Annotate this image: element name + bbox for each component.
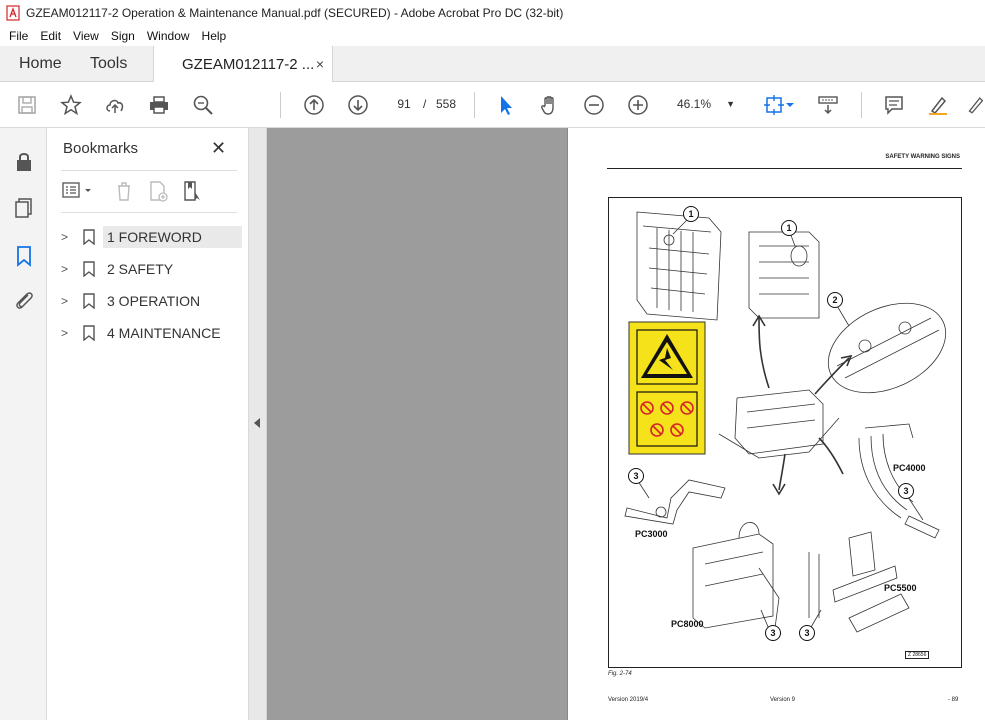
- menu-sign[interactable]: Sign: [111, 29, 135, 43]
- callout-1: 1: [683, 206, 699, 222]
- technical-drawing: [624, 211, 947, 635]
- figure-caption: Fig. 2-74: [608, 671, 632, 677]
- acrobat-app-icon: [6, 5, 20, 21]
- highlight-pen-icon[interactable]: [926, 93, 950, 117]
- model-label-pc8000: PC8000: [671, 619, 704, 629]
- tab-tools[interactable]: Tools: [90, 46, 127, 82]
- footer-version: Version 2019/4: [608, 697, 649, 703]
- select-cursor-icon[interactable]: [494, 93, 518, 117]
- bookmark-icon: [83, 229, 95, 245]
- callout-3: 3: [765, 625, 781, 641]
- new-bookmark-icon[interactable]: [147, 180, 169, 202]
- save-icon[interactable]: [15, 93, 39, 117]
- bookmark-panel-icon[interactable]: [12, 244, 36, 268]
- bookmark-item-safety[interactable]: > 2 SAFETY: [59, 256, 243, 282]
- model-label-pc5500: PC5500: [884, 583, 917, 593]
- pdf-page[interactable]: SAFETY WARNING SIGNS 1 1 2 3 3 3 3 PC400…: [567, 128, 985, 720]
- scroll-mode-icon[interactable]: [816, 93, 840, 117]
- callout-2: 2: [827, 292, 843, 308]
- tab-document[interactable]: GZEAM012117-2 ... ×: [153, 46, 333, 83]
- menu-window[interactable]: Window: [147, 29, 190, 43]
- chevron-right-icon[interactable]: >: [61, 294, 71, 308]
- zoom-value: 46.1%: [677, 97, 712, 111]
- bookmark-item-foreword[interactable]: > 1 FOREWORD: [59, 224, 243, 250]
- zoom-in-icon[interactable]: [626, 93, 650, 117]
- page-total: 558: [436, 97, 457, 111]
- bookmarks-title: Bookmarks: [63, 140, 139, 157]
- callout-3: 3: [898, 483, 914, 499]
- tab-close-icon[interactable]: ×: [316, 56, 324, 72]
- bookmark-icon: [83, 293, 95, 309]
- previous-page-icon[interactable]: [302, 93, 326, 117]
- menu-edit[interactable]: Edit: [40, 29, 61, 43]
- bookmark-label: 4 MAINTENANCE: [107, 325, 221, 341]
- chevron-right-icon[interactable]: >: [61, 262, 71, 276]
- fit-dropdown-icon[interactable]: [784, 93, 796, 117]
- page-number-input[interactable]: 91: [389, 92, 419, 116]
- bookmark-icon: [83, 325, 95, 341]
- zoom-search-icon[interactable]: [191, 93, 215, 117]
- chevron-right-icon[interactable]: >: [61, 326, 71, 340]
- header-rule: [607, 168, 962, 169]
- bookmark-label: 3 OPERATION: [107, 293, 201, 309]
- model-label-pc3000: PC3000: [635, 529, 668, 539]
- bookmark-item-operation[interactable]: > 3 OPERATION: [59, 288, 243, 314]
- callout-3: 3: [799, 625, 815, 641]
- toolbar-divider: [861, 92, 862, 118]
- page-header: SAFETY WARNING SIGNS: [885, 154, 960, 160]
- draw-pencil-icon[interactable]: [966, 93, 985, 117]
- tab-document-label: GZEAM012117-2 ...: [182, 56, 315, 73]
- star-icon[interactable]: [59, 93, 83, 117]
- divider: [61, 212, 237, 213]
- footer-center: Version 9: [770, 697, 796, 703]
- comment-icon[interactable]: [882, 93, 906, 117]
- page-separator: /: [423, 97, 427, 111]
- callout-3: 3: [628, 468, 644, 484]
- bookmarks-panel: Bookmarks ✕ > 1 FOREWORD > 2 SAFETY > 3 …: [47, 128, 249, 720]
- left-navigation-rail: [0, 128, 47, 720]
- menu-help[interactable]: Help: [202, 29, 227, 43]
- main-toolbar: 91 / 558 46.1% ▼: [0, 82, 985, 128]
- model-label-pc4000: PC4000: [893, 463, 926, 473]
- window-title: GZEAM012117-2 Operation & Maintenance Ma…: [26, 6, 564, 20]
- panel-collapse-handle[interactable]: [249, 128, 267, 720]
- close-icon[interactable]: ✕: [211, 138, 226, 159]
- print-icon[interactable]: [147, 93, 171, 117]
- lock-icon[interactable]: [12, 150, 36, 174]
- zoom-out-icon[interactable]: [582, 93, 606, 117]
- tab-bar: Home Tools GZEAM012117-2 ... ×: [0, 46, 985, 83]
- bookmark-tag-icon[interactable]: [181, 180, 203, 202]
- toolbar-divider: [474, 92, 475, 118]
- footer-page-number: - 89: [948, 697, 959, 703]
- menu-bar: File Edit View Sign Window Help: [0, 26, 985, 46]
- figure-reference: Z 28656: [905, 651, 930, 659]
- bookmark-item-maintenance[interactable]: > 4 MAINTENANCE: [59, 320, 243, 346]
- page-thumbnails-icon[interactable]: [12, 196, 36, 220]
- collapse-arrow-icon[interactable]: [254, 418, 260, 428]
- options-menu-icon[interactable]: [61, 180, 95, 202]
- cloud-upload-icon[interactable]: [103, 93, 127, 117]
- menu-file[interactable]: File: [9, 29, 28, 43]
- title-bar: GZEAM012117-2 Operation & Maintenance Ma…: [0, 0, 985, 26]
- document-canvas[interactable]: [267, 128, 567, 720]
- fit-page-icon[interactable]: [762, 93, 786, 117]
- toolbar-divider: [280, 92, 281, 118]
- tab-home[interactable]: Home: [19, 46, 62, 82]
- hand-tool-icon[interactable]: [538, 93, 562, 117]
- chevron-down-icon: ▼: [726, 99, 735, 109]
- divider: [61, 170, 237, 171]
- callout-1: 1: [781, 220, 797, 236]
- delete-bookmark-icon[interactable]: [113, 180, 135, 202]
- bookmarks-toolbar: [61, 178, 237, 206]
- bookmark-label: 1 FOREWORD: [103, 226, 242, 248]
- menu-view[interactable]: View: [73, 29, 99, 43]
- chevron-right-icon[interactable]: >: [61, 230, 71, 244]
- bookmark-label: 2 SAFETY: [107, 261, 174, 277]
- next-page-icon[interactable]: [346, 93, 370, 117]
- bookmark-icon: [83, 261, 95, 277]
- attachment-icon[interactable]: [12, 288, 36, 312]
- zoom-select[interactable]: 46.1% ▼: [671, 92, 741, 116]
- figure-illustration: 1 1 2 3 3 3 3 PC4000 PC3000 PC8000 PC550…: [608, 197, 962, 668]
